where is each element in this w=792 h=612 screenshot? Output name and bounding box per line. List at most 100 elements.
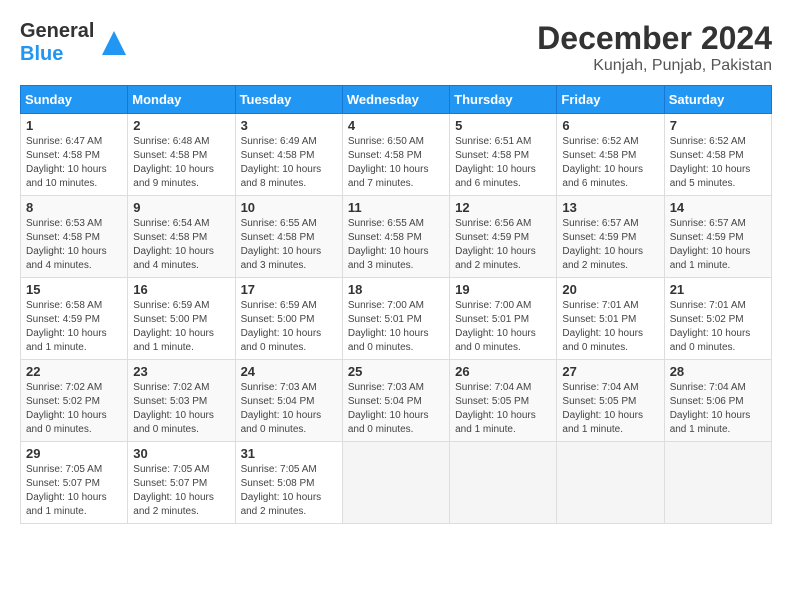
- calendar-cell: 4 Sunrise: 6:50 AM Sunset: 4:58 PM Daylig…: [342, 114, 449, 196]
- logo: General Blue: [20, 20, 130, 66]
- day-info: Sunrise: 6:59 AM Sunset: 5:00 PM Dayligh…: [241, 299, 337, 355]
- day-info: Sunrise: 7:02 AM Sunset: 5:03 PM Dayligh…: [133, 381, 229, 437]
- calendar-cell: 11 Sunrise: 6:55 AM Sunset: 4:58 PM Dayli…: [342, 196, 449, 278]
- calendar-cell: 12 Sunrise: 6:56 AM Sunset: 4:59 PM Dayli…: [450, 196, 557, 278]
- calendar-cell: 20Sunrise: 7:01 AM Sunset: 5:01 PM Dayli…: [557, 278, 664, 360]
- calendar-cell: 29 Sunrise: 7:05 AM Sunset: 5:07 PM Dayli…: [21, 442, 128, 524]
- day-number: 26: [455, 364, 551, 379]
- day-number: 12: [455, 200, 551, 215]
- day-info: Sunrise: 6:47 AM Sunset: 4:58 PM Dayligh…: [26, 135, 122, 191]
- calendar-cell: 26 Sunrise: 7:04 AM Sunset: 5:05 PM Dayli…: [450, 360, 557, 442]
- calendar-table: SundayMondayTuesdayWednesdayThursdayFrid…: [20, 85, 772, 524]
- logo-icon: [98, 27, 130, 59]
- calendar-cell: 13Sunrise: 6:57 AM Sunset: 4:59 PM Dayli…: [557, 196, 664, 278]
- day-info: Sunrise: 6:51 AM Sunset: 4:58 PM Dayligh…: [455, 135, 551, 191]
- day-info: Sunrise: 6:57 AM Sunset: 4:59 PM Dayligh…: [670, 217, 766, 273]
- calendar-cell: 19 Sunrise: 7:00 AM Sunset: 5:01 PM Dayli…: [450, 278, 557, 360]
- weekday-header-thursday: Thursday: [450, 86, 557, 114]
- day-number: 24: [241, 364, 337, 379]
- day-number: 3: [241, 118, 337, 133]
- day-number: 13: [562, 200, 658, 215]
- day-number: 6: [562, 118, 658, 133]
- day-info: Sunrise: 7:03 AM Sunset: 5:04 PM Dayligh…: [348, 381, 444, 437]
- day-number: 5: [455, 118, 551, 133]
- day-info: Sunrise: 6:59 AM Sunset: 5:00 PM Dayligh…: [133, 299, 229, 355]
- logo-general: General: [20, 20, 94, 42]
- day-number: 19: [455, 282, 551, 297]
- day-info: Sunrise: 6:48 AM Sunset: 4:58 PM Dayligh…: [133, 135, 229, 191]
- calendar-cell: 7Sunrise: 6:52 AM Sunset: 4:58 PM Daylig…: [664, 114, 771, 196]
- day-number: 17: [241, 282, 337, 297]
- title-area: December 2024 Kunjah, Punjab, Pakistan: [537, 20, 772, 75]
- day-number: 1: [26, 118, 122, 133]
- day-number: 22: [26, 364, 122, 379]
- weekday-header-wednesday: Wednesday: [342, 86, 449, 114]
- calendar-cell: 8Sunrise: 6:53 AM Sunset: 4:58 PM Daylig…: [21, 196, 128, 278]
- day-number: 25: [348, 364, 444, 379]
- day-info: Sunrise: 6:54 AM Sunset: 4:58 PM Dayligh…: [133, 217, 229, 273]
- calendar-cell: 30Sunrise: 7:05 AM Sunset: 5:07 PM Dayli…: [128, 442, 235, 524]
- calendar-week-2: 8Sunrise: 6:53 AM Sunset: 4:58 PM Daylig…: [21, 196, 772, 278]
- calendar-week-4: 22 Sunrise: 7:02 AM Sunset: 5:02 PM Dayli…: [21, 360, 772, 442]
- calendar-header-row: SundayMondayTuesdayWednesdayThursdayFrid…: [21, 86, 772, 114]
- day-info: Sunrise: 7:02 AM Sunset: 5:02 PM Dayligh…: [26, 381, 122, 437]
- day-number: 30: [133, 446, 229, 461]
- day-info: Sunrise: 6:55 AM Sunset: 4:58 PM Dayligh…: [241, 217, 337, 273]
- day-info: Sunrise: 7:05 AM Sunset: 5:07 PM Dayligh…: [26, 463, 122, 519]
- day-info: Sunrise: 6:53 AM Sunset: 4:58 PM Dayligh…: [26, 217, 122, 273]
- day-info: Sunrise: 7:01 AM Sunset: 5:02 PM Dayligh…: [670, 299, 766, 355]
- day-number: 20: [562, 282, 658, 297]
- logo-text: General Blue: [20, 20, 94, 66]
- calendar-week-3: 15 Sunrise: 6:58 AM Sunset: 4:59 PM Dayli…: [21, 278, 772, 360]
- calendar-cell: 23Sunrise: 7:02 AM Sunset: 5:03 PM Dayli…: [128, 360, 235, 442]
- day-info: Sunrise: 7:04 AM Sunset: 5:05 PM Dayligh…: [455, 381, 551, 437]
- calendar-cell: 21 Sunrise: 7:01 AM Sunset: 5:02 PM Dayli…: [664, 278, 771, 360]
- calendar-cell: 2Sunrise: 6:48 AM Sunset: 4:58 PM Daylig…: [128, 114, 235, 196]
- calendar-cell: 3 Sunrise: 6:49 AM Sunset: 4:58 PM Daylig…: [235, 114, 342, 196]
- calendar-cell: 31Sunrise: 7:05 AM Sunset: 5:08 PM Dayli…: [235, 442, 342, 524]
- day-info: Sunrise: 7:04 AM Sunset: 5:05 PM Dayligh…: [562, 381, 658, 437]
- calendar-cell: 10Sunrise: 6:55 AM Sunset: 4:58 PM Dayli…: [235, 196, 342, 278]
- calendar-cell: 14 Sunrise: 6:57 AM Sunset: 4:59 PM Dayli…: [664, 196, 771, 278]
- calendar-cell: 17 Sunrise: 6:59 AM Sunset: 5:00 PM Dayli…: [235, 278, 342, 360]
- day-number: 14: [670, 200, 766, 215]
- day-number: 27: [562, 364, 658, 379]
- calendar-week-1: 1 Sunrise: 6:47 AM Sunset: 4:58 PM Daylig…: [21, 114, 772, 196]
- calendar-cell: 9 Sunrise: 6:54 AM Sunset: 4:58 PM Daylig…: [128, 196, 235, 278]
- calendar-cell: 5 Sunrise: 6:51 AM Sunset: 4:58 PM Daylig…: [450, 114, 557, 196]
- day-number: 9: [133, 200, 229, 215]
- calendar-cell: [557, 442, 664, 524]
- day-info: Sunrise: 6:49 AM Sunset: 4:58 PM Dayligh…: [241, 135, 337, 191]
- calendar-week-5: 29 Sunrise: 7:05 AM Sunset: 5:07 PM Dayli…: [21, 442, 772, 524]
- weekday-header-monday: Monday: [128, 86, 235, 114]
- weekday-header-sunday: Sunday: [21, 86, 128, 114]
- day-info: Sunrise: 6:52 AM Sunset: 4:58 PM Dayligh…: [562, 135, 658, 191]
- calendar-cell: 1 Sunrise: 6:47 AM Sunset: 4:58 PM Daylig…: [21, 114, 128, 196]
- calendar-cell: 16 Sunrise: 6:59 AM Sunset: 5:00 PM Dayli…: [128, 278, 235, 360]
- weekday-header-friday: Friday: [557, 86, 664, 114]
- day-info: Sunrise: 6:55 AM Sunset: 4:58 PM Dayligh…: [348, 217, 444, 273]
- month-title: December 2024: [537, 20, 772, 57]
- day-number: 15: [26, 282, 122, 297]
- day-info: Sunrise: 6:56 AM Sunset: 4:59 PM Dayligh…: [455, 217, 551, 273]
- calendar-body: 1 Sunrise: 6:47 AM Sunset: 4:58 PM Daylig…: [21, 114, 772, 524]
- day-number: 18: [348, 282, 444, 297]
- day-number: 4: [348, 118, 444, 133]
- day-number: 11: [348, 200, 444, 215]
- day-info: Sunrise: 6:50 AM Sunset: 4:58 PM Dayligh…: [348, 135, 444, 191]
- calendar-cell: 22 Sunrise: 7:02 AM Sunset: 5:02 PM Dayli…: [21, 360, 128, 442]
- day-number: 16: [133, 282, 229, 297]
- weekday-header-saturday: Saturday: [664, 86, 771, 114]
- day-info: Sunrise: 6:52 AM Sunset: 4:58 PM Dayligh…: [670, 135, 766, 191]
- day-number: 21: [670, 282, 766, 297]
- calendar-cell: 28Sunrise: 7:04 AM Sunset: 5:06 PM Dayli…: [664, 360, 771, 442]
- day-number: 29: [26, 446, 122, 461]
- day-info: Sunrise: 7:00 AM Sunset: 5:01 PM Dayligh…: [348, 299, 444, 355]
- day-info: Sunrise: 7:03 AM Sunset: 5:04 PM Dayligh…: [241, 381, 337, 437]
- day-info: Sunrise: 6:58 AM Sunset: 4:59 PM Dayligh…: [26, 299, 122, 355]
- day-info: Sunrise: 7:05 AM Sunset: 5:08 PM Dayligh…: [241, 463, 337, 519]
- page-header: General Blue December 2024 Kunjah, Punja…: [20, 20, 772, 75]
- day-info: Sunrise: 7:04 AM Sunset: 5:06 PM Dayligh…: [670, 381, 766, 437]
- day-info: Sunrise: 7:00 AM Sunset: 5:01 PM Dayligh…: [455, 299, 551, 355]
- calendar-cell: 27 Sunrise: 7:04 AM Sunset: 5:05 PM Dayli…: [557, 360, 664, 442]
